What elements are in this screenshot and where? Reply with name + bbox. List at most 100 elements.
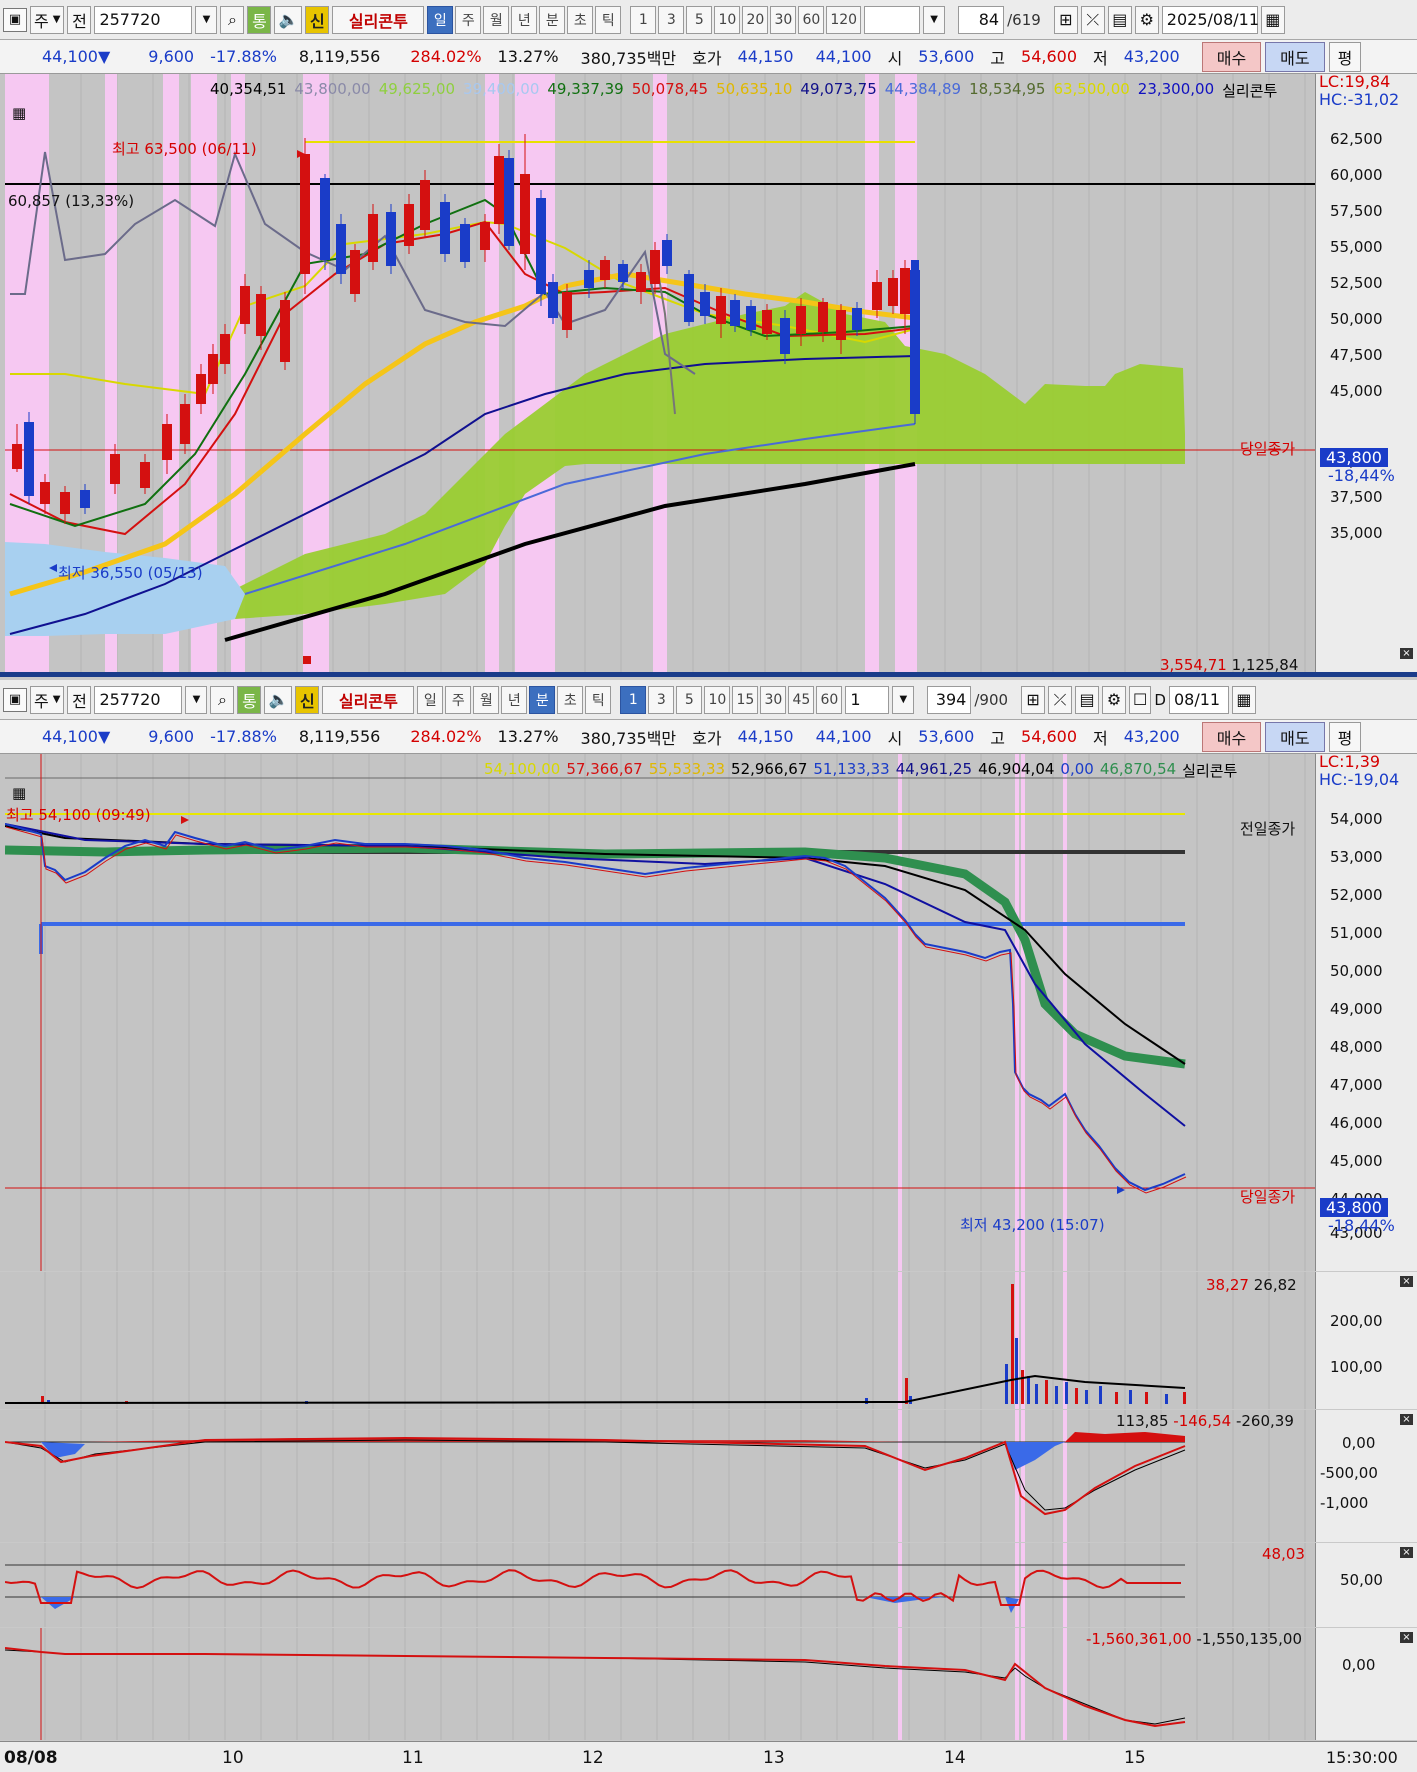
- average-button-2[interactable]: 평: [1328, 721, 1362, 752]
- top-interval-button-2[interactable]: 5: [686, 5, 713, 34]
- count-input[interactable]: 84: [958, 5, 1005, 34]
- chart-grid-icon[interactable]: ▦: [12, 104, 26, 122]
- stock-name[interactable]: 실리콘투: [332, 5, 425, 34]
- obv-panel[interactable]: -1,560,361,00 -1,550,135,00 0,00 ×: [0, 1628, 1417, 1740]
- bottom-period-tab-4[interactable]: 분: [529, 685, 556, 714]
- top-interval-button-4[interactable]: 20: [742, 5, 769, 34]
- daily-candle-up: [60, 492, 70, 514]
- stock-code-input-2[interactable]: 257720: [94, 685, 183, 714]
- buy-button-2[interactable]: 매수: [1201, 721, 1262, 752]
- settings-gear-icon[interactable]: ⚙: [1134, 5, 1159, 34]
- bottom-period-tab-0[interactable]: 일: [417, 685, 444, 714]
- daily-legend-item-12: 실리콘투: [1222, 82, 1278, 100]
- sound-button[interactable]: 🔈: [274, 5, 303, 34]
- top-period-tab-1[interactable]: 주: [455, 5, 482, 34]
- top-interval-button-1[interactable]: 3: [658, 5, 685, 34]
- sound-button-2[interactable]: 🔈: [264, 685, 293, 714]
- daily-candle-up: [140, 462, 150, 488]
- bottom-interval-button-0[interactable]: 1: [620, 685, 647, 714]
- top-interval-button-0[interactable]: 1: [630, 5, 657, 34]
- top-period-tab-2[interactable]: 월: [483, 5, 510, 34]
- shin-badge-2[interactable]: 신: [295, 685, 320, 714]
- bottom-interval-button-1[interactable]: 3: [648, 685, 675, 714]
- calendar-icon[interactable]: ▦: [1260, 5, 1285, 34]
- bottom-period-tab-2[interactable]: 월: [473, 685, 500, 714]
- rsi-panel[interactable]: 48,03 50,00 ×: [0, 1543, 1417, 1627]
- step-input[interactable]: 1: [845, 685, 890, 714]
- top-interval-button-7[interactable]: 120: [826, 5, 862, 34]
- bottom-interval-button-6[interactable]: 45: [788, 685, 815, 714]
- interval-dropdown[interactable]: ▼: [923, 5, 946, 34]
- search-button-2[interactable]: ⌕: [210, 685, 235, 714]
- interval-custom-input[interactable]: [864, 5, 921, 34]
- candle-tool-icon-2[interactable]: ⊞: [1021, 685, 1046, 714]
- tong-button[interactable]: 통: [247, 5, 272, 34]
- daily-candle-down: [780, 318, 790, 354]
- sell-button[interactable]: 매도: [1265, 41, 1325, 72]
- top-interval-button-5[interactable]: 30: [770, 5, 797, 34]
- bottom-period-tab-5[interactable]: 초: [557, 685, 584, 714]
- layout-icon[interactable]: ▣: [3, 7, 27, 32]
- top-interval-button-6[interactable]: 60: [798, 5, 825, 34]
- volume-bars[interactable]: [5, 1272, 1316, 1409]
- top-period-tab-5[interactable]: 초: [567, 5, 594, 34]
- bottom-interval-button-2[interactable]: 5: [676, 685, 703, 714]
- buy-button[interactable]: 매수: [1201, 41, 1262, 72]
- date-input[interactable]: 2025/08/11: [1161, 5, 1259, 34]
- bottom-interval-button-4[interactable]: 15: [732, 685, 759, 714]
- save-icon-2[interactable]: ▤: [1075, 685, 1100, 714]
- candle-tool-icon[interactable]: ⊞: [1053, 5, 1078, 34]
- daily-chart-panel[interactable]: 40,354,51 43,800,00 49,625,00 39,400,00 49,3…: [0, 72, 1417, 674]
- top-period-tab-4[interactable]: 분: [539, 5, 566, 34]
- bottom-interval-button-5[interactable]: 30: [760, 685, 787, 714]
- macd-close-icon[interactable]: ×: [1400, 1414, 1413, 1425]
- code-dropdown[interactable]: ▼: [195, 5, 218, 34]
- top-interval-button-3[interactable]: 10: [714, 5, 741, 34]
- date-input-2[interactable]: 08/11: [1168, 685, 1229, 714]
- search-button[interactable]: ⌕: [220, 5, 245, 34]
- code-dropdown-2[interactable]: ▼: [185, 685, 208, 714]
- rsi-chart[interactable]: [5, 1543, 1316, 1627]
- sell-button-2[interactable]: 매도: [1265, 721, 1325, 752]
- save-icon[interactable]: ▤: [1107, 5, 1132, 34]
- intraday-legend-item-8: 46,870,54: [1099, 760, 1177, 778]
- obv-close-icon[interactable]: ×: [1400, 1632, 1413, 1643]
- stock-name-2[interactable]: 실리콘투: [322, 685, 415, 714]
- tong-button-2[interactable]: 통: [237, 685, 262, 714]
- prev-button-2[interactable]: 전: [67, 685, 92, 714]
- top-period-tab-6[interactable]: 틱: [595, 5, 622, 34]
- count-input-2[interactable]: 394: [927, 685, 972, 714]
- shin-badge[interactable]: 신: [305, 5, 330, 34]
- settings-gear-icon-2[interactable]: ⚙: [1102, 685, 1127, 714]
- stock-code-input[interactable]: 257720: [94, 5, 193, 34]
- draw-tool-icon[interactable]: ⤫: [1080, 5, 1105, 34]
- intraday-chart-panel[interactable]: 54,100,00 57,366,67 55,533,33 52,966,67 51,1…: [0, 752, 1417, 1271]
- chart-grid-icon-2[interactable]: ▦: [12, 784, 26, 802]
- macd-panel[interactable]: 113,85 -146,54 -260,39 0,00 -500,00 -1,0…: [0, 1410, 1417, 1542]
- bottom-interval-button-7[interactable]: 60: [816, 685, 843, 714]
- top-period-tab-3[interactable]: 년: [511, 5, 538, 34]
- prev-button[interactable]: 전: [67, 5, 92, 34]
- step-dropdown[interactable]: ▼: [892, 685, 915, 714]
- average-button[interactable]: 평: [1328, 41, 1362, 72]
- market-type-select-2[interactable]: 주 ▼: [30, 685, 65, 714]
- speaker-icon: 🔈: [278, 10, 299, 29]
- intraday-price-chart[interactable]: [5, 754, 1316, 1271]
- layout-icon-2[interactable]: ▣: [3, 687, 27, 712]
- panel-divider[interactable]: [0, 672, 1417, 677]
- bottom-interval-button-3[interactable]: 10: [704, 685, 731, 714]
- daily-candle-up: [494, 156, 504, 224]
- bottom-period-tab-3[interactable]: 년: [501, 685, 528, 714]
- volume-close-icon[interactable]: ×: [1400, 1276, 1413, 1287]
- calendar-icon-2[interactable]: ▦: [1231, 685, 1256, 714]
- d-checkbox[interactable]: ☐: [1129, 685, 1152, 714]
- top-period-tab-0[interactable]: 일: [427, 5, 454, 34]
- daily-close-icon[interactable]: ×: [1400, 648, 1413, 659]
- draw-tool-icon-2[interactable]: ⤫: [1048, 685, 1073, 714]
- bottom-period-tab-1[interactable]: 주: [445, 685, 472, 714]
- daily-candle-up: [110, 454, 120, 484]
- market-type-select[interactable]: 주 ▼: [30, 5, 65, 34]
- bottom-period-tab-6[interactable]: 틱: [585, 685, 612, 714]
- volume-panel[interactable]: 38,27 26,82 200,00 100,00 ×: [0, 1272, 1417, 1409]
- rsi-close-icon[interactable]: ×: [1400, 1547, 1413, 1558]
